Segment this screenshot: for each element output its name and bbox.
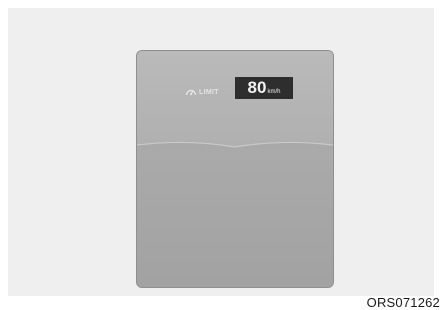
figure-frame: LIMIT 80 km/h — [8, 8, 434, 296]
figure-code: ORS071262 — [366, 295, 440, 310]
limit-label: LIMIT — [199, 88, 219, 96]
speed-unit: km/h — [267, 89, 281, 95]
speed-value: 80 — [247, 78, 267, 97]
speed-limit-icon: LIMIT — [185, 85, 219, 99]
display-lower-area — [137, 149, 333, 287]
cluster-display-panel: LIMIT 80 km/h — [136, 50, 334, 288]
speedometer-icon — [185, 89, 197, 96]
set-speed-readout: 80 km/h — [235, 77, 293, 99]
